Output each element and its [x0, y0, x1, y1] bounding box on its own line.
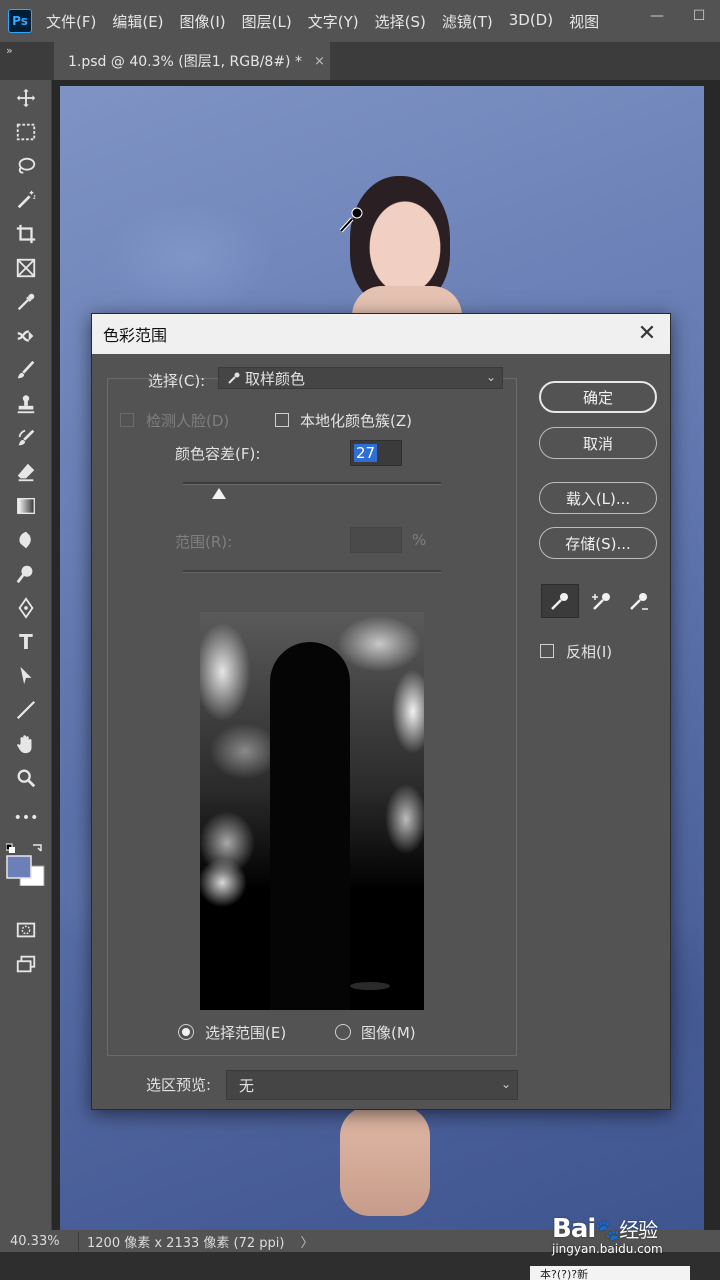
- dialog-titlebar[interactable]: 色彩范围: [92, 314, 670, 354]
- menu-type[interactable]: 文字(Y): [308, 11, 359, 32]
- status-menu-arrow-icon[interactable]: 〉: [300, 1232, 313, 1251]
- zoom-level[interactable]: 40.33%: [10, 1234, 66, 1249]
- invert-checkbox[interactable]: [540, 644, 554, 658]
- fuzziness-label: 颜色容差(F):: [175, 445, 261, 463]
- pen-icon[interactable]: [10, 594, 42, 622]
- foreground-color-swatch: [6, 855, 32, 879]
- image-radio-label: 图像(M): [361, 1024, 416, 1042]
- add-to-sample-icon[interactable]: [583, 584, 621, 618]
- detect-faces-checkbox[interactable]: [120, 413, 134, 427]
- chevron-down-icon: ⌄: [485, 370, 496, 384]
- more-icon[interactable]: •••: [10, 804, 42, 832]
- screen-mode-icon[interactable]: [10, 950, 42, 978]
- lasso-icon[interactable]: [10, 152, 42, 180]
- menu-3d[interactable]: 3D(D): [509, 11, 553, 32]
- document-size: 1200 像素 x 2133 像素 (72 ppi): [78, 1231, 284, 1251]
- watermark-url: jingyan.baidu.com: [552, 1242, 663, 1256]
- frame-icon[interactable]: [10, 254, 42, 282]
- subtract-from-sample-icon[interactable]: [620, 584, 658, 618]
- menu-image[interactable]: 图像(I): [180, 11, 226, 32]
- move-icon[interactable]: [10, 84, 42, 112]
- dialog-title: 色彩范围: [103, 326, 168, 345]
- fuzziness-slider-thumb[interactable]: [212, 488, 227, 499]
- fuzziness-slider-track[interactable]: [183, 482, 441, 485]
- line-icon[interactable]: [10, 696, 42, 724]
- menu-layer[interactable]: 图层(L): [242, 11, 292, 32]
- dodge-icon[interactable]: [10, 560, 42, 588]
- menu-list: 文件(F) 编辑(E) 图像(I) 图层(L) 文字(Y) 选择(S) 滤镜(T…: [46, 11, 615, 32]
- portrait-legs: [340, 1106, 430, 1216]
- tools-panel: T •••: [0, 80, 52, 1230]
- menu-view[interactable]: 视图: [569, 11, 599, 32]
- image-radio[interactable]: [335, 1024, 351, 1040]
- load-button[interactable]: 载入(L)...: [539, 482, 657, 514]
- bottom-notice: 本?(?)?新: [530, 1266, 690, 1280]
- range-unit: %: [412, 531, 427, 549]
- quick-mask-icon[interactable]: [10, 916, 42, 944]
- blur-icon[interactable]: [10, 526, 42, 554]
- zoom-icon[interactable]: [10, 764, 42, 792]
- baidu-watermark: Bai🐾经验 jingyan.baidu.com: [552, 1214, 692, 1264]
- document-tab-bar: » 1.psd @ 40.3% (图层1, RGB/8#) * ×: [0, 42, 720, 80]
- range-slider-track: [183, 570, 441, 573]
- hand-icon[interactable]: [10, 730, 42, 758]
- minimize-button[interactable]: —: [636, 0, 678, 32]
- selection-preview-label: 选区预览:: [146, 1076, 212, 1094]
- eyedropper-cursor-icon: [339, 207, 363, 233]
- eyedropper-icon[interactable]: [10, 288, 42, 316]
- eraser-icon[interactable]: [10, 458, 42, 486]
- watermark-logo: Bai🐾经验: [552, 1214, 658, 1244]
- maximize-button[interactable]: ☐: [678, 0, 720, 32]
- brush-icon[interactable]: [10, 356, 42, 384]
- document-tab[interactable]: 1.psd @ 40.3% (图层1, RGB/8#) * ×: [54, 42, 330, 80]
- close-tab-icon[interactable]: ×: [314, 54, 325, 69]
- selection-preview-dropdown[interactable]: 无 ⌄: [226, 1070, 518, 1100]
- range-label: 范围(R):: [175, 533, 233, 551]
- stamp-icon[interactable]: [10, 390, 42, 418]
- select-dropdown[interactable]: 取样颜色 ⌄: [218, 367, 503, 389]
- localized-clusters-checkbox[interactable]: [275, 413, 289, 427]
- expand-panels-button[interactable]: »: [6, 44, 13, 57]
- fuzziness-input[interactable]: 27: [350, 440, 402, 466]
- gradient-icon[interactable]: [10, 492, 42, 520]
- menu-select[interactable]: 选择(S): [375, 11, 426, 32]
- menu-edit[interactable]: 编辑(E): [112, 11, 163, 32]
- detect-faces-label: 检测人脸(D): [146, 412, 230, 430]
- path-select-icon[interactable]: [10, 662, 42, 690]
- menu-filter[interactable]: 滤镜(T): [442, 11, 493, 32]
- preview-silhouette: [270, 642, 350, 1010]
- save-button[interactable]: 存储(S)...: [539, 527, 657, 559]
- preview-shadow: [350, 982, 390, 990]
- selection-preview-value: 无: [239, 1076, 255, 1095]
- cancel-button[interactable]: 取消: [539, 427, 657, 459]
- eyedropper-icon: [228, 372, 240, 384]
- invert-label: 反相(I): [566, 643, 613, 661]
- window-controls: — ☐: [636, 0, 720, 32]
- selection-preview-image[interactable]: [200, 612, 424, 1010]
- localized-clusters-label: 本地化颜色簇(Z): [300, 412, 412, 430]
- select-value: 取样颜色: [245, 369, 306, 388]
- selection-radio[interactable]: [178, 1024, 194, 1040]
- paw-icon: 🐾: [595, 1218, 620, 1242]
- history-brush-icon[interactable]: [10, 424, 42, 452]
- close-icon[interactable]: ✕: [634, 320, 660, 346]
- selection-radio-label: 选择范围(E): [205, 1024, 287, 1042]
- portrait-shoulders: [352, 286, 462, 316]
- ok-button[interactable]: 确定: [539, 381, 657, 413]
- type-icon[interactable]: T: [10, 628, 42, 656]
- color-swatches: [5, 842, 46, 887]
- crop-icon[interactable]: [10, 220, 42, 248]
- menu-file[interactable]: 文件(F): [46, 11, 96, 32]
- color-range-dialog: 色彩范围 ✕ 选择(C): 取样颜色 ⌄ 检测人脸(D) 本地化颜色簇(Z) 颜…: [91, 313, 671, 1110]
- healing-icon[interactable]: [10, 322, 42, 350]
- select-label: 选择(C):: [148, 372, 206, 390]
- magic-wand-icon[interactable]: [10, 186, 42, 214]
- range-input[interactable]: [350, 527, 402, 553]
- chevron-down-icon: ⌄: [500, 1077, 511, 1091]
- document-tab-label: 1.psd @ 40.3% (图层1, RGB/8#) *: [68, 54, 302, 70]
- menu-bar: Ps 文件(F) 编辑(E) 图像(I) 图层(L) 文字(Y) 选择(S) 滤…: [0, 0, 720, 42]
- marquee-icon[interactable]: [10, 118, 42, 146]
- photoshop-logo: Ps: [8, 9, 32, 33]
- eyedropper-icon[interactable]: [541, 584, 579, 618]
